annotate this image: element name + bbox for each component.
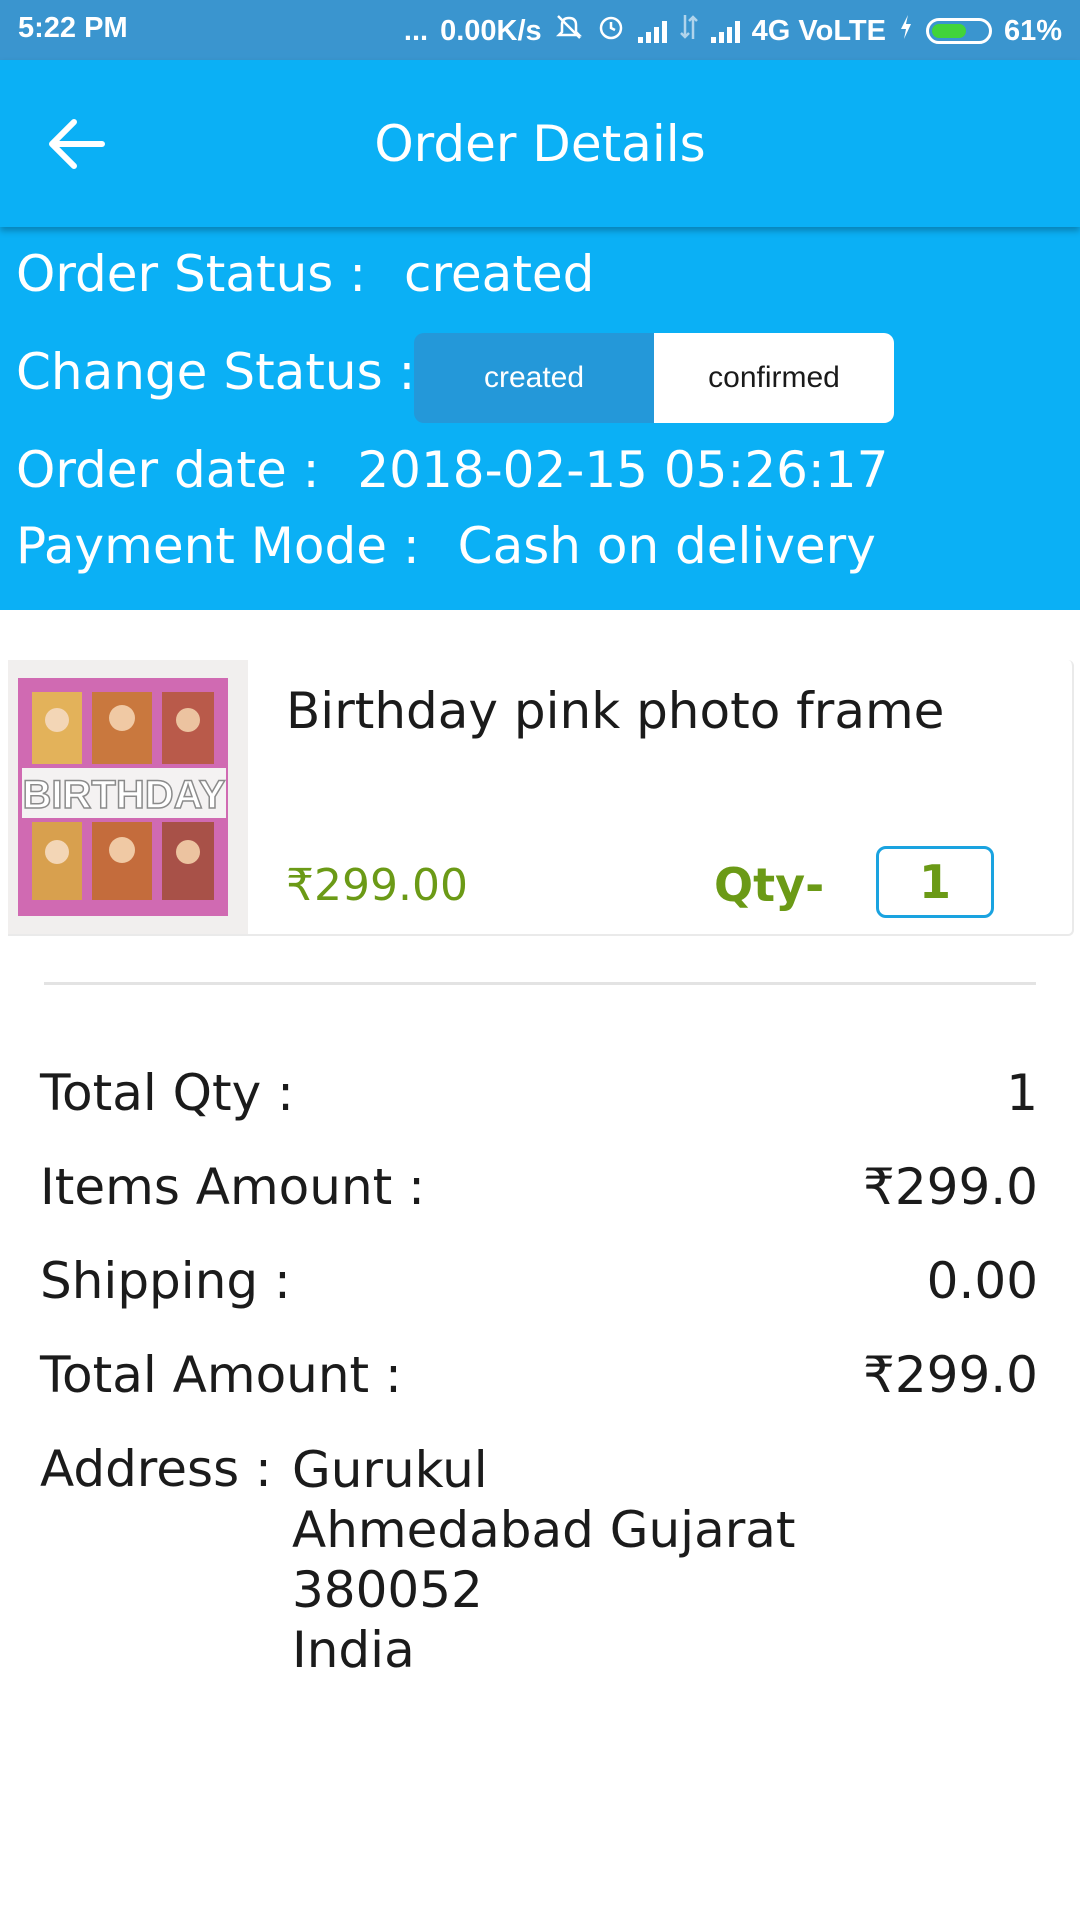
network-type: 4G VoLTE: [751, 14, 886, 47]
order-status-value: created: [403, 245, 595, 303]
status-toggle[interactable]: created confirmed: [414, 333, 894, 423]
qty-field[interactable]: 1: [876, 846, 994, 918]
items-amount-label: Items Amount :: [40, 1158, 425, 1216]
mute-icon: [554, 12, 584, 50]
qty-label: Qty-: [714, 858, 825, 912]
signal-icon: [637, 19, 667, 43]
status-option-created[interactable]: created: [414, 333, 654, 423]
address-line: India: [292, 1621, 415, 1679]
status-dots: ...: [403, 14, 429, 47]
shipping-value: 0.00: [926, 1252, 1038, 1310]
page-title: Order Details: [374, 115, 706, 173]
data-transfer-icon: [679, 13, 699, 49]
address-line: 380052: [292, 1561, 483, 1619]
address-line: Gurukul: [292, 1441, 488, 1499]
order-status-label: Order Status :: [16, 245, 367, 303]
change-status-label: Change Status :: [16, 343, 416, 401]
total-amount-value: ₹299.0: [863, 1346, 1038, 1404]
address-value: Gurukul Ahmedabad Gujarat 380052 India: [292, 1440, 796, 1680]
status-time: 5:22 PM: [18, 12, 128, 44]
total-qty-label: Total Qty :: [40, 1064, 294, 1122]
order-status-row: Order Status : created: [16, 245, 594, 303]
shipping-label: Shipping :: [40, 1252, 291, 1310]
product-card[interactable]: BIRTHDAY Birthday pink photo frame ₹299.…: [8, 660, 1074, 936]
order-info-panel: Order Status : created Change Status : c…: [0, 227, 1080, 610]
payment-mode-row: Payment Mode : Cash on delivery: [16, 517, 876, 575]
payment-mode-value: Cash on delivery: [457, 517, 876, 575]
app-bar: Order Details: [0, 60, 1080, 227]
total-qty-value: 1: [1006, 1064, 1038, 1122]
address-line: Ahmedabad Gujarat: [292, 1501, 796, 1559]
status-indicators: ... 0.00K/s 4G VoLTE 61%: [404, 12, 1062, 50]
alarm-icon: [596, 12, 626, 50]
product-image: BIRTHDAY: [8, 660, 248, 934]
product-price: ₹299.00: [286, 860, 468, 911]
battery-percent: 61%: [1003, 14, 1062, 47]
items-amount-value: ₹299.0: [863, 1158, 1038, 1216]
battery-icon: [925, 18, 992, 44]
charging-icon: [898, 13, 914, 49]
network-speed: 0.00K/s: [440, 14, 542, 47]
status-bar: 5:22 PM ... 0.00K/s 4G VoLTE 61%: [0, 0, 1080, 60]
product-image-caption: BIRTHDAY: [23, 773, 226, 817]
order-date-label: Order date :: [16, 441, 320, 499]
signal-icon-2: [710, 19, 740, 43]
order-date-value: 2018-02-15 05:26:17: [357, 441, 889, 499]
divider: [44, 982, 1036, 985]
total-amount-label: Total Amount :: [40, 1346, 402, 1404]
status-option-confirmed[interactable]: confirmed: [654, 333, 894, 423]
payment-mode-label: Payment Mode :: [16, 517, 420, 575]
product-name: Birthday pink photo frame: [286, 682, 945, 740]
order-date-row: Order date : 2018-02-15 05:26:17: [16, 441, 888, 499]
address-label: Address :: [40, 1440, 272, 1498]
